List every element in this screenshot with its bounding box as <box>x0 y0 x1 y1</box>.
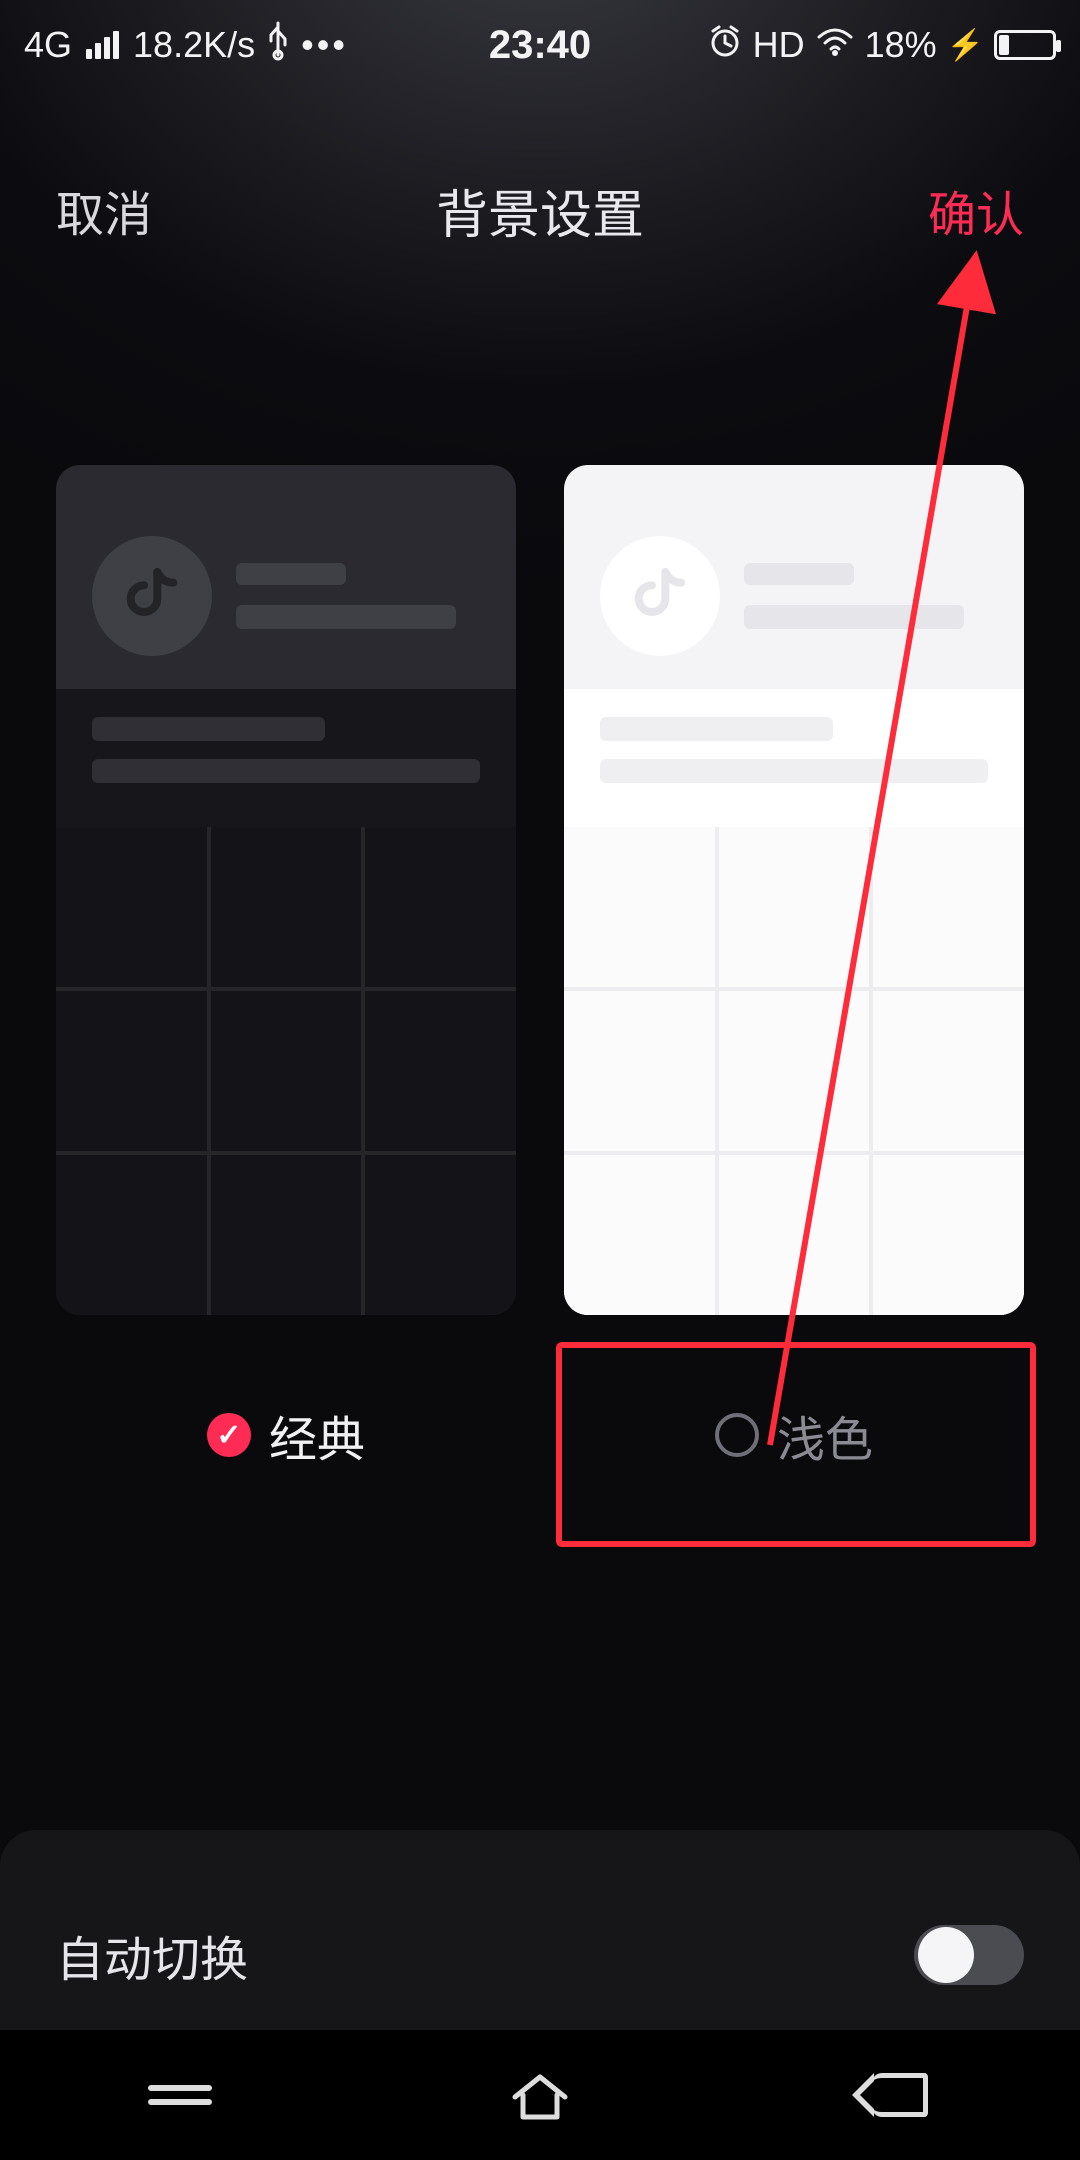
battery-percent: 18% <box>865 24 937 66</box>
check-icon: ✓ <box>207 1413 251 1457</box>
auto-switch-label: 自动切换 <box>56 1920 248 1990</box>
status-bar: 4G 18.2K/s ••• 23:40 HD 18% ⚡ <box>0 0 1080 90</box>
usb-icon <box>265 21 291 70</box>
system-menu-button[interactable] <box>120 2060 240 2130</box>
system-nav-bar <box>0 2030 1080 2160</box>
theme-radio-light[interactable]: 浅色 <box>564 1395 1024 1475</box>
battery-icon <box>994 30 1056 60</box>
hd-label: HD <box>753 24 805 66</box>
signal-icon <box>86 31 119 59</box>
status-right: HD 18% ⚡ <box>707 23 1056 68</box>
network-speed: 18.2K/s <box>133 24 255 66</box>
theme-cards <box>56 465 1024 1315</box>
network-label: 4G <box>24 24 72 66</box>
radio-empty-icon <box>715 1413 759 1457</box>
theme-radio-classic[interactable]: ✓ 经典 <box>56 1395 516 1475</box>
douyin-icon <box>600 536 720 656</box>
douyin-icon <box>92 536 212 656</box>
system-back-button[interactable] <box>840 2060 960 2130</box>
status-time: 23:40 <box>489 23 591 68</box>
page-title: 背景设置 <box>436 173 644 248</box>
top-nav: 取消 背景设置 确认 <box>0 150 1080 270</box>
charging-icon: ⚡ <box>947 28 984 63</box>
alarm-icon <box>707 23 743 68</box>
theme-card-light[interactable] <box>564 465 1024 1315</box>
auto-switch-toggle[interactable] <box>914 1925 1024 1985</box>
theme-classic-label: 经典 <box>269 1400 365 1470</box>
wifi-icon <box>815 24 855 66</box>
theme-radios: ✓ 经典 浅色 <box>56 1395 1024 1475</box>
more-icon: ••• <box>301 24 348 66</box>
theme-card-classic[interactable] <box>56 465 516 1315</box>
confirm-button[interactable]: 确认 <box>928 175 1024 245</box>
status-left: 4G 18.2K/s ••• <box>24 21 348 70</box>
theme-light-label: 浅色 <box>777 1400 873 1470</box>
system-home-button[interactable] <box>480 2060 600 2130</box>
cancel-button[interactable]: 取消 <box>56 175 152 245</box>
